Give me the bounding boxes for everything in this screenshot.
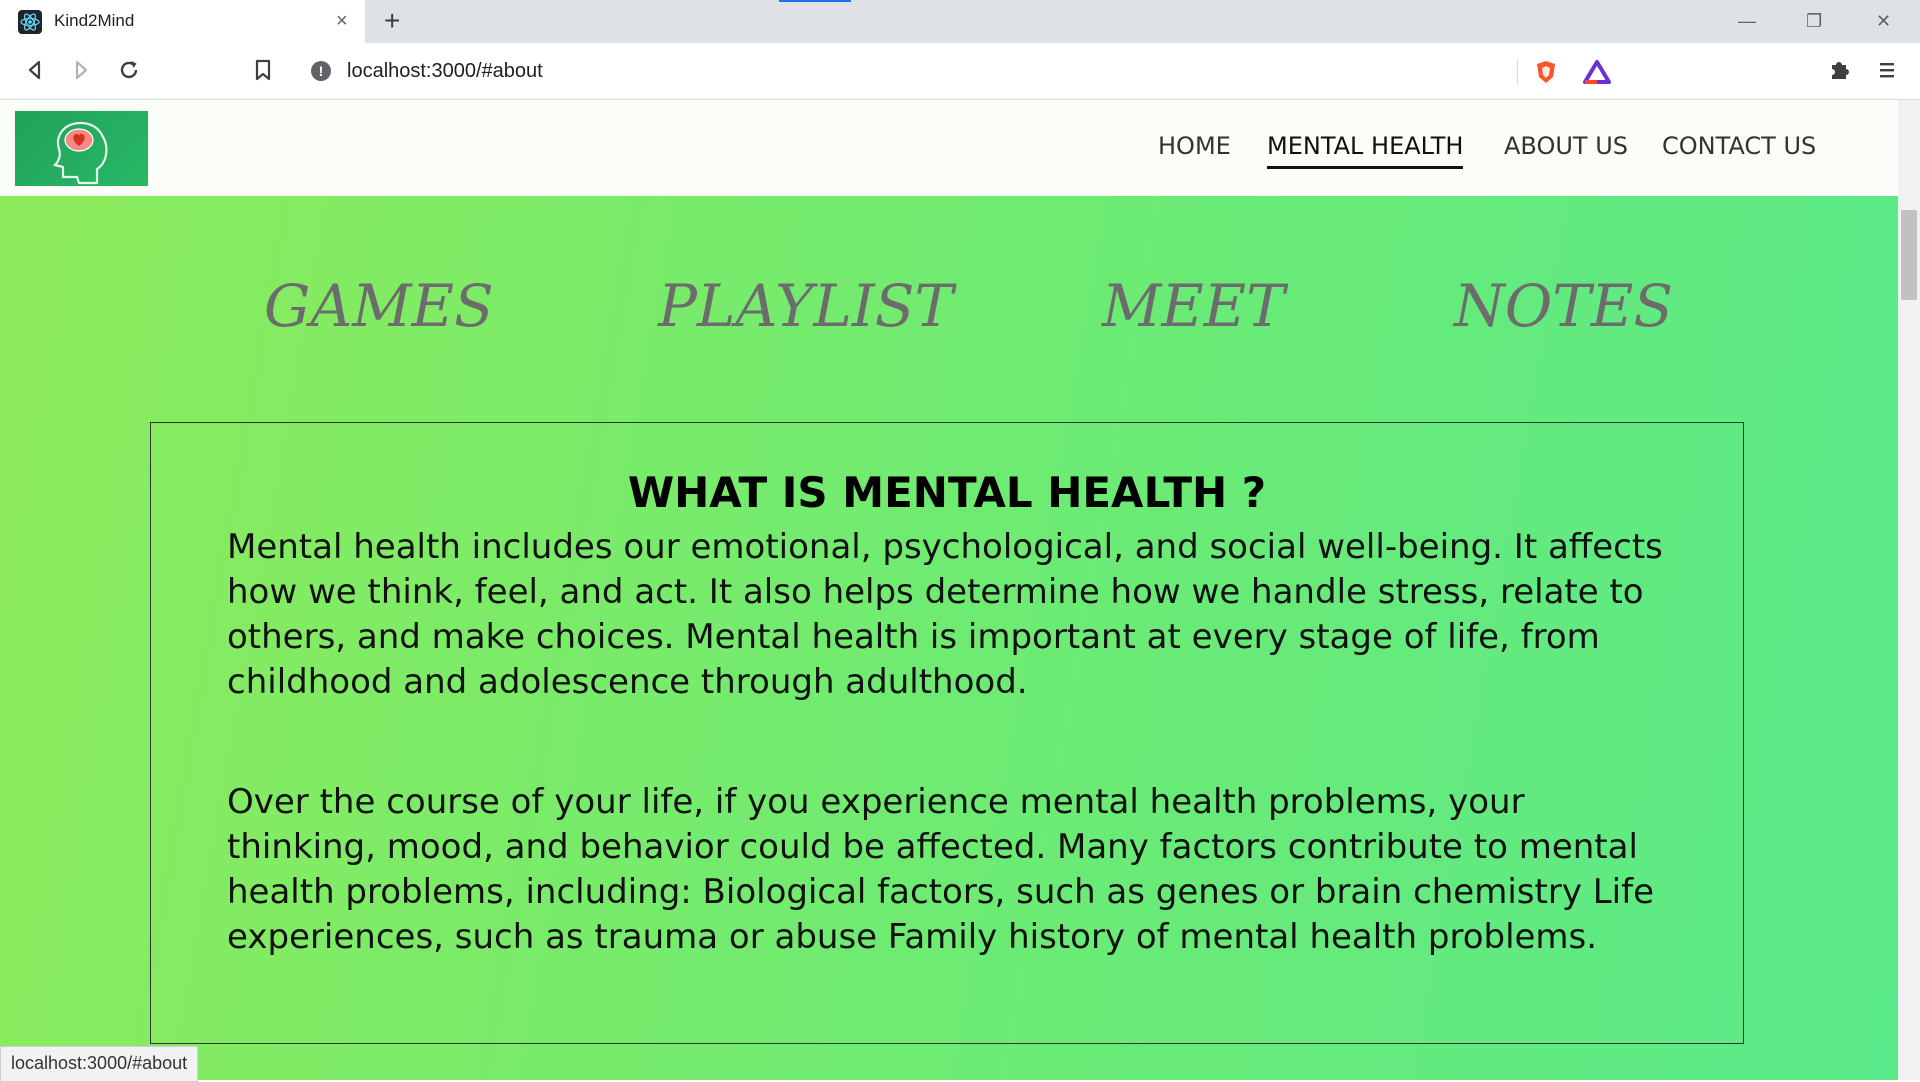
browser-toolbar: ! localhost:3000/#about [0, 43, 1920, 100]
reload-button-icon[interactable] [114, 55, 144, 85]
brave-rewards-icon[interactable] [1583, 59, 1611, 90]
info-title: WHAT IS MENTAL HEALTH ? [627, 467, 1267, 517]
close-window-icon[interactable]: ✕ [1876, 6, 1891, 36]
nav-home-link[interactable]: HOME [1158, 132, 1231, 160]
link-status-bubble: localhost:3000/#about [0, 1046, 199, 1082]
mental-health-section: GAMES PLAYLIST MEET NOTES WHAT IS MENTAL… [0, 196, 1898, 1080]
omnibox-divider [1517, 59, 1518, 85]
info-paragraph-2: Over the course of your life, if you exp… [227, 782, 1655, 957]
scrollbar-thumb[interactable] [1901, 210, 1917, 300]
restore-window-icon[interactable]: ❐ [1806, 6, 1822, 36]
tab-strip: Kind2Mind × + — ❐ ✕ [0, 0, 1920, 43]
kind2mind-logo[interactable] [15, 111, 148, 186]
notes-link[interactable]: NOTES [1454, 272, 1673, 340]
react-favicon-icon [18, 10, 42, 34]
back-button-icon[interactable] [20, 55, 50, 85]
address-url[interactable]: localhost:3000/#about [347, 60, 543, 83]
meet-link[interactable]: MEET [1102, 272, 1285, 340]
forward-button-icon[interactable] [66, 55, 96, 85]
page-scrollbar[interactable] [1898, 100, 1920, 1080]
mental-health-info-box: WHAT IS MENTAL HEALTH ? Mental health in… [150, 422, 1744, 1044]
site-info-icon[interactable]: ! [311, 61, 331, 81]
browser-tab[interactable]: Kind2Mind × [0, 0, 365, 43]
info-paragraph-1: Mental health includes our emotional, ps… [227, 527, 1663, 702]
nav-about-us-link[interactable]: ABOUT US [1504, 132, 1628, 160]
bookmark-icon[interactable] [248, 55, 278, 85]
site-header: HOME MENTAL HEALTH ABOUT US CONTACT US [0, 100, 1898, 196]
extensions-icon[interactable] [1824, 55, 1854, 85]
address-bar[interactable]: ! localhost:3000/#about [297, 51, 1624, 91]
nav-contact-us-link[interactable]: CONTACT US [1662, 132, 1816, 160]
nav-mental-health-link[interactable]: MENTAL HEALTH [1267, 132, 1464, 169]
playlist-link[interactable]: PLAYLIST [658, 272, 953, 340]
new-tab-button[interactable]: + [384, 6, 400, 36]
brave-shield-icon[interactable] [1533, 59, 1559, 90]
loading-indicator [779, 0, 851, 2]
minimize-window-icon[interactable]: — [1738, 6, 1756, 36]
browser-menu-icon[interactable] [1872, 55, 1902, 85]
tab-title: Kind2Mind [54, 11, 135, 30]
games-link[interactable]: GAMES [264, 272, 494, 340]
tab-close-icon[interactable]: × [336, 9, 348, 33]
page-viewport: HOME MENTAL HEALTH ABOUT US CONTACT US G… [0, 100, 1898, 1080]
